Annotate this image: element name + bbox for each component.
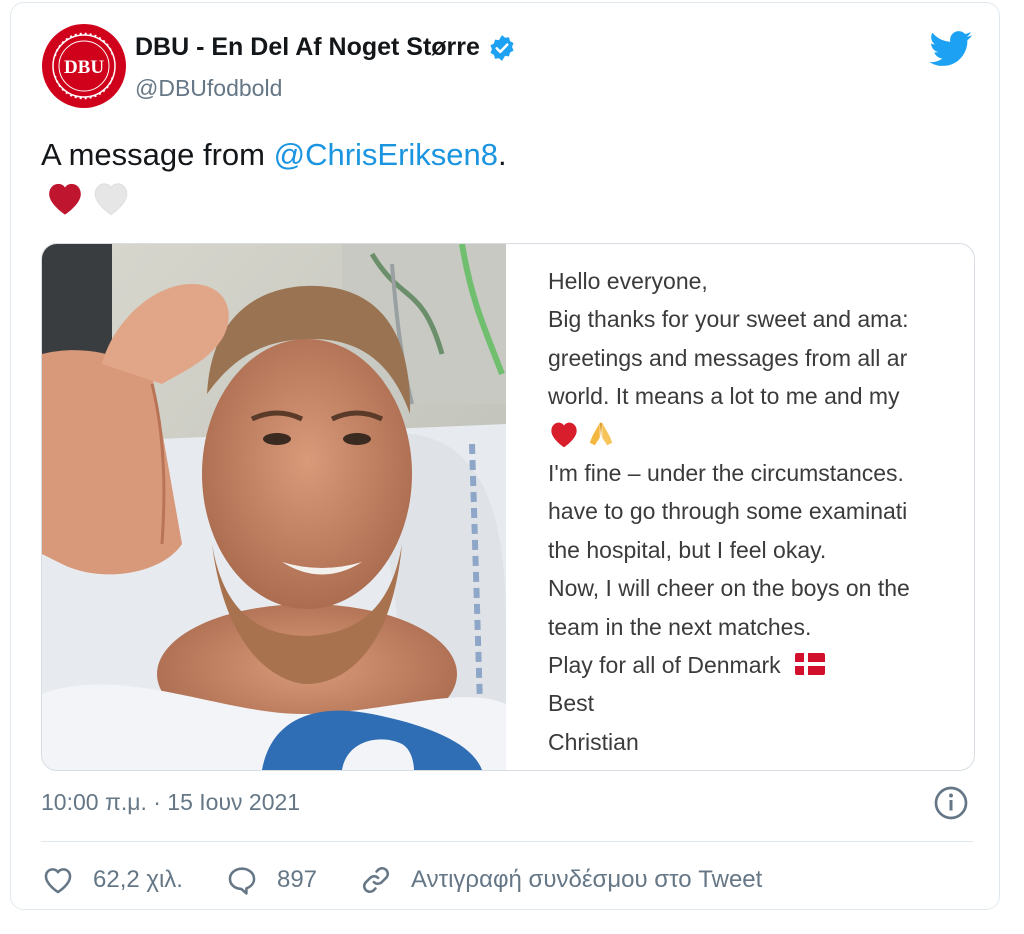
white-heart-icon — [94, 183, 128, 216]
letter-line: team in the next matches. — [548, 613, 812, 640]
tweet-text: A message from @ChrisEriksen8. — [41, 137, 507, 173]
svg-text:DBU: DBU — [64, 57, 104, 78]
letter-line: the hospital, but I feel okay. — [548, 536, 827, 563]
author-name[interactable]: DBU - En Del Af Noget Større — [135, 33, 480, 62]
info-icon[interactable] — [933, 785, 969, 821]
reply-count: 897 — [276, 866, 318, 893]
letter-line: Hello everyone, — [548, 268, 708, 294]
like-button[interactable]: 62,2 χιλ. — [41, 863, 183, 897]
tweet-actions: 62,2 χιλ. 897 Αντιγραφή συνδέσμου στο Tw… — [41, 859, 804, 901]
heart-outline-icon — [44, 868, 72, 894]
letter-line: Now, I will cheer on the boys on the — [548, 575, 910, 602]
tweet-timestamp[interactable]: 10:00 π.μ. · 15 Ιουν 2021 — [41, 789, 300, 816]
tweet-media-image[interactable]: Hello everyone, Big thanks for your swee… — [41, 243, 975, 771]
like-count: 62,2 χιλ. — [93, 866, 183, 893]
folded-hands-icon — [590, 422, 613, 445]
red-heart-icon — [49, 183, 81, 215]
twitter-bird-icon[interactable] — [929, 31, 973, 67]
verified-badge-icon — [490, 34, 514, 61]
red-heart-icon — [551, 422, 577, 447]
letter-line: Big thanks for your sweet and ama: — [548, 306, 909, 333]
denmark-flag-icon — [795, 652, 826, 675]
letter-line: greetings and messages from all ar — [548, 344, 908, 371]
letter-line: have to go through some examinati — [548, 498, 908, 525]
copy-link-label: Αντιγραφή συνδέσμου στο Tweet — [411, 866, 763, 893]
letter-line: Best — [548, 690, 595, 717]
divider — [41, 841, 973, 842]
letter-line: Play for all of Denmark — [548, 651, 781, 678]
link-icon — [363, 866, 390, 894]
author-name-row[interactable]: DBU - En Del Af Noget Større — [135, 33, 516, 62]
emoji-row — [45, 179, 131, 217]
tweet-text-before: A message from — [41, 137, 274, 172]
selfie-thumbs-up-photo — [42, 244, 506, 770]
letter-flag-line: Play for all of Denmark — [548, 646, 974, 684]
tweet-card: DBU DBU - En Del Af Noget Større @DBUfod… — [10, 2, 1000, 910]
reply-bubble-icon — [228, 867, 256, 895]
letter-line: world. It means a lot to me and my — [548, 383, 900, 410]
mention-link[interactable]: @ChrisEriksen8 — [274, 137, 498, 172]
tweet-text-after: . — [498, 137, 507, 172]
dbu-logo-avatar[interactable]: DBU — [41, 23, 127, 109]
author-handle[interactable]: @DBUfodbold — [135, 75, 282, 102]
letter-emoji-line — [548, 416, 974, 454]
letter-line: Christian — [548, 728, 639, 755]
copy-link-button[interactable]: Αντιγραφή συνδέσμου στο Tweet — [359, 863, 762, 897]
letter-text: Hello everyone, Big thanks for your swee… — [548, 262, 974, 762]
reply-button[interactable]: 897 — [225, 863, 317, 897]
letter-line: I'm fine – under the circumstances. — [548, 459, 904, 486]
